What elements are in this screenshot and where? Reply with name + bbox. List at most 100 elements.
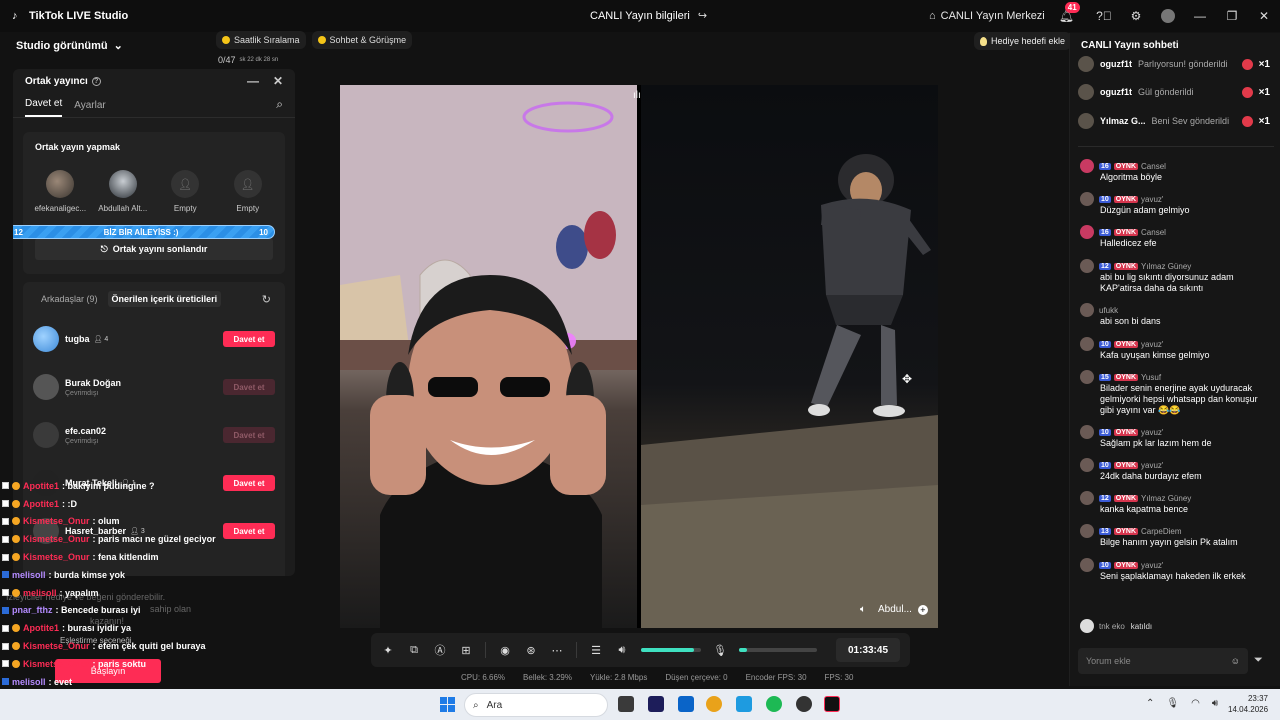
comment-input[interactable]: Yorum ekle ☺: [1078, 648, 1248, 674]
notifications-button[interactable]: 🔔︎ 41: [1059, 2, 1080, 23]
chat-user[interactable]: yavuz': [1141, 561, 1163, 570]
help-button[interactable]: ?⃝: [1088, 0, 1120, 32]
close-icon[interactable]: ✕: [273, 74, 283, 88]
level-badge: 16: [1099, 162, 1111, 170]
speaker-icon[interactable]: 🔊︎: [1212, 698, 1218, 709]
minimize-button[interactable]: —: [1184, 0, 1216, 32]
overlay-chat-line: pnar_fthz: Bencede burası iyi: [2, 602, 230, 620]
task-view-icon[interactable]: [618, 696, 634, 712]
avatar: [33, 374, 59, 400]
refresh-icon[interactable]: ↻: [262, 293, 271, 306]
chat-user[interactable]: CarpeDiem: [1141, 527, 1181, 536]
camera-switch-icon[interactable]: ⊛: [524, 643, 538, 657]
chat-user[interactable]: Yusuf: [1141, 373, 1161, 382]
chat-user: pnar_fthz: [12, 605, 53, 616]
windows-taskbar: ⌕ Ara ⌃ 🎙︎ ◠ 🔊︎ 23:37 14.04.2026: [0, 689, 1280, 720]
platform-icon: [2, 535, 9, 543]
close-button[interactable]: ✕: [1248, 0, 1280, 32]
chat-user[interactable]: yavuz': [1141, 195, 1163, 204]
maximize-button[interactable]: ❐: [1216, 0, 1248, 32]
cohost-slot[interactable]: 👤︎ Empty: [155, 170, 215, 213]
tab-invite[interactable]: Davet et: [25, 98, 63, 117]
end-cohost-button[interactable]: ⎋ Ortak yayını sonlandır: [35, 238, 273, 260]
tab-settings[interactable]: Ayarlar: [74, 100, 106, 117]
screen-share-icon[interactable]: ⧉: [407, 643, 421, 657]
cohost-slot[interactable]: efekanaligec...: [30, 170, 90, 213]
chat-message-item: 10 OYNK yavuz' Düzgün adam gelmiyo: [1080, 192, 1270, 216]
add-source-icon[interactable]: ⊞: [459, 643, 473, 657]
chat-user: Kismetse_Onur: [23, 552, 90, 563]
chat-user[interactable]: Cansel: [1141, 228, 1166, 237]
list-item: Burak Doğan Çevrimdışı Davet et: [33, 372, 275, 402]
friend-status: Çevrimdışı: [65, 389, 99, 397]
chat-meet-chip[interactable]: Sohbet & Görüşme: [311, 31, 413, 49]
avatar: [108, 170, 137, 198]
spotify-icon[interactable]: [766, 696, 782, 712]
volume-icon[interactable]: 🔊︎: [615, 643, 629, 657]
chat-user[interactable]: yavuz': [1141, 340, 1163, 349]
chat-user[interactable]: ufukk: [1099, 306, 1118, 315]
emoji-icon[interactable]: ☺: [1231, 656, 1240, 666]
hourly-ranking-chip[interactable]: Saatlik Sıralama: [216, 31, 306, 49]
guest-label[interactable]: 🔈︎ Abdul... +: [860, 604, 928, 615]
platform-icon: [2, 642, 9, 650]
chat-user[interactable]: Yılmaz Güney: [1141, 494, 1191, 503]
chat-user[interactable]: yavuz': [1141, 428, 1163, 437]
search-icon[interactable]: ⌕: [276, 97, 283, 117]
microphone-icon[interactable]: 🎙︎: [1166, 698, 1179, 709]
invite-button[interactable]: Davet et: [223, 523, 275, 539]
settings-button[interactable]: ⚙: [1120, 0, 1152, 32]
tab-suggested[interactable]: Önerilen içerik üreticileri: [107, 291, 222, 307]
help-icon[interactable]: ?: [91, 76, 101, 86]
cohost-slot[interactable]: 👤︎ Empty: [218, 170, 278, 213]
cohost-slot[interactable]: Abdullah Alt...: [93, 170, 153, 213]
app-icon[interactable]: [736, 696, 752, 712]
divider: [576, 642, 577, 658]
after-effects-icon[interactable]: [648, 696, 664, 712]
search-icon: ⌕: [473, 699, 479, 711]
record-icon[interactable]: ◉: [498, 643, 512, 657]
stream-timer: 01:33:45: [836, 638, 900, 662]
tiktok-studio-icon[interactable]: [824, 696, 840, 712]
chat-message: : efem çek quiti gel buraya: [92, 641, 206, 652]
chat-message-item: ufukk abi son bi dans: [1080, 303, 1270, 327]
add-gift-goal-button[interactable]: Hediye hedefi ekle: [974, 32, 1072, 50]
level-badge: 10: [1099, 428, 1111, 436]
chat-user[interactable]: Cansel: [1141, 162, 1166, 171]
chat-user[interactable]: yavuz': [1141, 461, 1163, 470]
avatar: [46, 170, 75, 198]
chrome-icon[interactable]: [706, 696, 722, 712]
gift-goal-label: Hediye hedefi ekle: [991, 36, 1066, 46]
join-notice: tnk eko katıldı: [1080, 619, 1270, 633]
windows-start-icon[interactable]: [440, 697, 455, 712]
app-icon[interactable]: [796, 696, 812, 712]
more-icon[interactable]: ⋯: [550, 643, 564, 657]
system-clock[interactable]: 23:37 14.04.2026: [1228, 693, 1268, 715]
chat-message-item: 15 OYNK Yusuf Bilader senin enerjine ayak u…: [1080, 370, 1270, 416]
filter-icon[interactable]: ⏷: [1254, 654, 1263, 667]
ai-icon[interactable]: Ⓐ: [433, 643, 447, 657]
volume-slider[interactable]: [641, 648, 701, 652]
tab-friends[interactable]: Arkadaşlar (9): [37, 291, 102, 307]
outlook-icon[interactable]: [678, 696, 694, 712]
chevron-up-icon[interactable]: ⌃: [1146, 698, 1154, 709]
live-info-button[interactable]: CANLI Yayın bilgileri ↪: [590, 9, 707, 23]
invite-button[interactable]: Davet et: [223, 331, 275, 347]
live-center-button[interactable]: ⌂ CANLI Yayın Merkezi: [929, 10, 1045, 22]
profile-button[interactable]: [1152, 0, 1184, 32]
wifi-icon[interactable]: ◠: [1191, 698, 1200, 709]
invite-button[interactable]: Davet et: [223, 475, 275, 491]
audio-level-icon: ılı: [633, 90, 641, 101]
chat-user[interactable]: Yılmaz Güney: [1141, 262, 1191, 271]
mic-slider[interactable]: [739, 648, 817, 652]
equalizer-icon[interactable]: ☰: [589, 643, 603, 657]
taskbar-search[interactable]: ⌕ Ara: [464, 693, 608, 717]
minimize-icon[interactable]: —: [247, 74, 259, 88]
magic-wand-icon[interactable]: ✦: [381, 643, 395, 657]
add-icon: +: [917, 604, 928, 615]
microphone-icon[interactable]: 🎙︎: [713, 643, 727, 657]
tiktok-logo-icon: ♪: [12, 9, 18, 22]
studio-view-dropdown[interactable]: Studio görünümü ⌄: [16, 39, 123, 53]
system-tray: ⌃ 🎙︎ ◠ 🔊︎: [1146, 698, 1218, 709]
chat-text: abi son bi dans: [1100, 316, 1161, 326]
